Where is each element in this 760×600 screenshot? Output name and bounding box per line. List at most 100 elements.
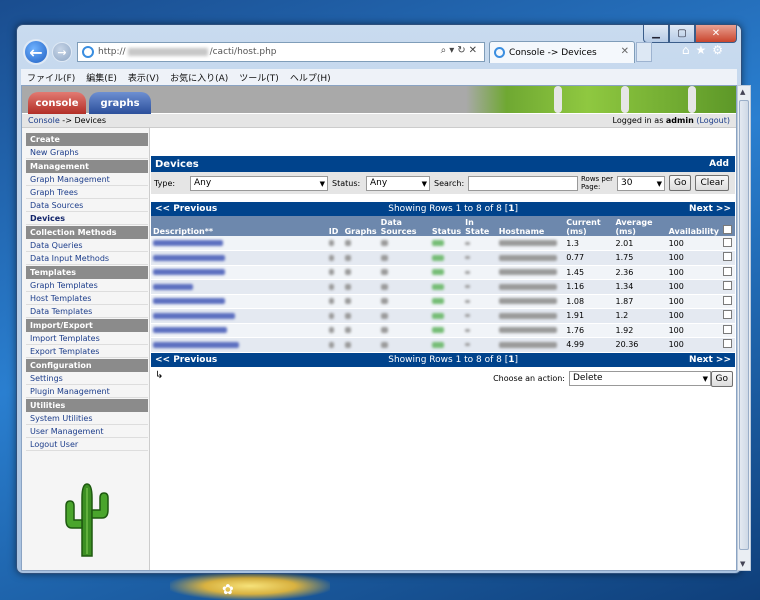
row-checkbox[interactable]	[723, 237, 732, 247]
chevron-down-icon: ▼	[702, 374, 708, 383]
col-id[interactable]: ID	[326, 216, 343, 236]
col-status[interactable]: Status	[429, 216, 464, 236]
url-host-blurred	[127, 48, 208, 56]
back-button[interactable]: ←	[23, 39, 49, 65]
sidebar-item-export-templates[interactable]: Export Templates	[26, 345, 148, 358]
description-cell[interactable]	[151, 279, 327, 295]
sidebar-item-graph-templates[interactable]: Graph Templates	[26, 279, 148, 292]
url-prefix: http://	[98, 47, 126, 57]
col-current[interactable]: Current (ms)	[564, 216, 614, 236]
col-in-state[interactable]: In State	[463, 216, 497, 236]
col-availability[interactable]: Availability	[666, 216, 721, 236]
action-go-button[interactable]: Go	[710, 370, 733, 387]
showing-rows-text: Showing Rows 1 to 8 of 8 [1]	[388, 354, 519, 365]
next-link[interactable]: Next >>	[689, 204, 731, 214]
sidebar-item-logout-user[interactable]: Logout User	[26, 438, 148, 451]
login-prefix: Logged in as	[612, 116, 666, 125]
table-header-row: Description** ID Graphs Data Sources Sta…	[151, 216, 735, 236]
menu-file[interactable]: ファイル(F)	[27, 71, 75, 84]
status-select[interactable]: Any ▼	[366, 175, 430, 191]
col-data-sources[interactable]: Data Sources	[378, 216, 430, 236]
action-select[interactable]: Delete ▼	[569, 370, 711, 386]
select-all-checkbox[interactable]	[723, 225, 732, 234]
search-input[interactable]	[468, 175, 578, 191]
sidebar-item-settings[interactable]: Settings	[26, 372, 148, 385]
sidebar-item-data-queries[interactable]: Data Queries	[26, 239, 148, 252]
sidebar-item-user-management[interactable]: User Management	[26, 425, 148, 438]
row-checkbox[interactable]	[723, 295, 732, 305]
scroll-down-icon[interactable]: ▼	[740, 560, 745, 568]
add-device-link[interactable]: Add	[709, 159, 729, 169]
average-cell: 2.36	[613, 265, 667, 280]
menu-help[interactable]: ヘルプ(H)	[290, 71, 331, 84]
description-cell[interactable]	[151, 294, 327, 309]
sidebar-item-data-input-methods[interactable]: Data Input Methods	[26, 252, 148, 265]
scroll-up-icon[interactable]: ▲	[740, 88, 745, 96]
description-cell[interactable]	[151, 236, 327, 251]
col-graphs[interactable]: Graphs	[342, 216, 379, 236]
tab-close-icon[interactable]: ✕	[621, 46, 629, 57]
col-hostname[interactable]: Hostname	[496, 216, 565, 236]
go-button[interactable]: Go	[669, 175, 692, 191]
graphs-cell	[342, 337, 379, 353]
sidebar-item-import-templates[interactable]: Import Templates	[26, 332, 148, 345]
tab-graphs[interactable]: graphs	[89, 92, 151, 114]
breadcrumb-console-link[interactable]: Console	[28, 116, 60, 125]
col-description[interactable]: Description**	[151, 216, 327, 236]
sidebar-item-data-sources[interactable]: Data Sources	[26, 199, 148, 212]
availability-cell: 100	[666, 294, 721, 309]
sidebar-item-graph-management[interactable]: Graph Management	[26, 173, 148, 186]
description-cell[interactable]	[151, 337, 327, 353]
description-cell[interactable]	[151, 250, 327, 266]
address-bar[interactable]: http:// /cacti/host.php ⌕▾↻✕	[77, 42, 485, 62]
vertical-scrollbar[interactable]: ▲ ▼	[737, 85, 751, 571]
new-tab-button[interactable]	[636, 42, 652, 62]
sidebar-item-system-utilities[interactable]: System Utilities	[26, 412, 148, 425]
address-actions-icon[interactable]: ⌕▾↻✕	[441, 45, 480, 56]
logout-link[interactable]: (Logout)	[696, 116, 730, 125]
clear-button[interactable]: Clear	[695, 175, 730, 191]
rows-per-page-select[interactable]: 30 ▼	[617, 175, 665, 191]
home-favorites-tools-icons[interactable]: ⌂★⚙	[682, 43, 729, 57]
sidebar-item-data-templates[interactable]: Data Templates	[26, 305, 148, 318]
row-checkbox[interactable]	[723, 339, 732, 349]
browser-window: ▁ ▢ ✕ ← → http:// /cacti/host.php ⌕▾↻✕ C…	[16, 24, 751, 574]
row-checkbox[interactable]	[723, 266, 732, 276]
browser-tab[interactable]: Console -> Devices ✕	[489, 41, 635, 63]
sidebar-item-graph-trees[interactable]: Graph Trees	[26, 186, 148, 199]
type-select[interactable]: Any ▼	[190, 175, 328, 191]
cactus-logo-icon	[65, 483, 109, 557]
sidebar-item-plugin-management[interactable]: Plugin Management	[26, 385, 148, 398]
main-content: Devices Add Type: Any ▼ Status: Any ▼ Se…	[151, 156, 735, 389]
row-checkbox[interactable]	[723, 324, 732, 334]
url-path: /cacti/host.php	[209, 47, 277, 57]
previous-link[interactable]: << Previous	[155, 355, 217, 365]
current-cell: 4.99	[564, 337, 614, 353]
scrollbar-thumb[interactable]	[739, 100, 749, 550]
status-cell	[429, 250, 464, 266]
sidebar-item-devices[interactable]: Devices	[26, 212, 148, 225]
description-cell[interactable]	[151, 323, 327, 338]
menu-edit[interactable]: 編集(E)	[86, 71, 117, 84]
col-average[interactable]: Average (ms)	[613, 216, 667, 236]
sidebar-item-host-templates[interactable]: Host Templates	[26, 292, 148, 305]
data-sources-cell	[378, 250, 430, 266]
tab-console[interactable]: console	[28, 92, 86, 114]
description-cell[interactable]	[151, 308, 327, 324]
pager-top: << Previous Showing Rows 1 to 8 of 8 [1]…	[151, 202, 735, 216]
menu-view[interactable]: 表示(V)	[128, 71, 159, 84]
forward-button[interactable]: →	[52, 42, 72, 62]
menu-favorites[interactable]: お気に入り(A)	[170, 71, 228, 84]
row-checkbox[interactable]	[723, 252, 732, 262]
menu-tools[interactable]: ツール(T)	[239, 71, 279, 84]
row-checkbox[interactable]	[723, 310, 732, 320]
hostname-cell	[496, 323, 565, 338]
next-link[interactable]: Next >>	[689, 355, 731, 365]
rows-per-page-value: 30	[621, 178, 633, 188]
row-checkbox[interactable]	[723, 281, 732, 291]
previous-link[interactable]: << Previous	[155, 204, 217, 214]
average-cell: 1.87	[613, 294, 667, 309]
sidebar-item-new-graphs[interactable]: New Graphs	[26, 146, 148, 159]
graphs-cell	[342, 294, 379, 309]
description-cell[interactable]	[151, 265, 327, 280]
